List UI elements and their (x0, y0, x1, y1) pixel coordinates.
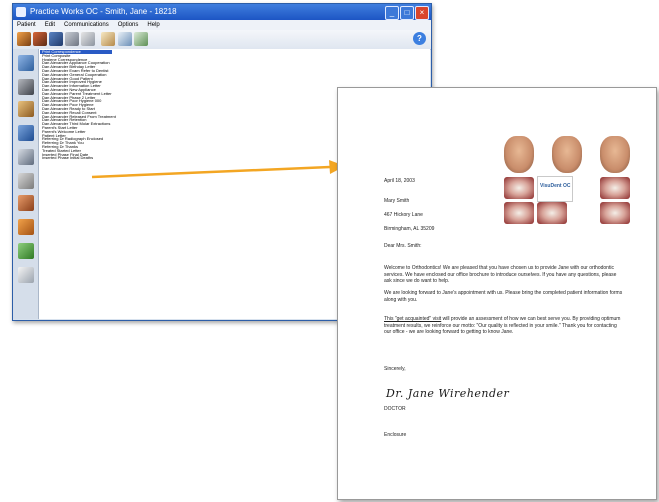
closing: Sincerely, (384, 366, 406, 372)
recipient-street: 467 Hickory Lane (384, 212, 423, 218)
paragraph-visit: This "get acquainted" visit will provide… (384, 316, 624, 336)
recipient-name: Mary Smith (384, 198, 410, 204)
letter-date: April 18, 2003 (384, 178, 415, 184)
paragraph-appointment: We are looking forward to Jane's appoint… (384, 290, 623, 303)
paragraph-welcome: Welcome to Orthodontics! We are pleased … (384, 265, 617, 285)
front-smile-photo (552, 136, 582, 173)
recipient-city: Birmingham, AL 35209 (384, 226, 435, 232)
letter-preview: VisuDent OC April 18, 2003 Mary Smith 46… (337, 87, 657, 500)
doctor-title: DOCTOR (384, 406, 406, 412)
enclosure-note: Enclosure (384, 432, 407, 438)
arrow-shaft (91, 165, 331, 179)
signature: Dr. Jane Wirehender (386, 387, 510, 400)
front-photo (600, 136, 630, 173)
profile-photo (504, 136, 534, 173)
salutation: Dear Mrs. Smith: (384, 243, 422, 249)
visit-lead: This "get acquainted" visit (384, 316, 442, 322)
